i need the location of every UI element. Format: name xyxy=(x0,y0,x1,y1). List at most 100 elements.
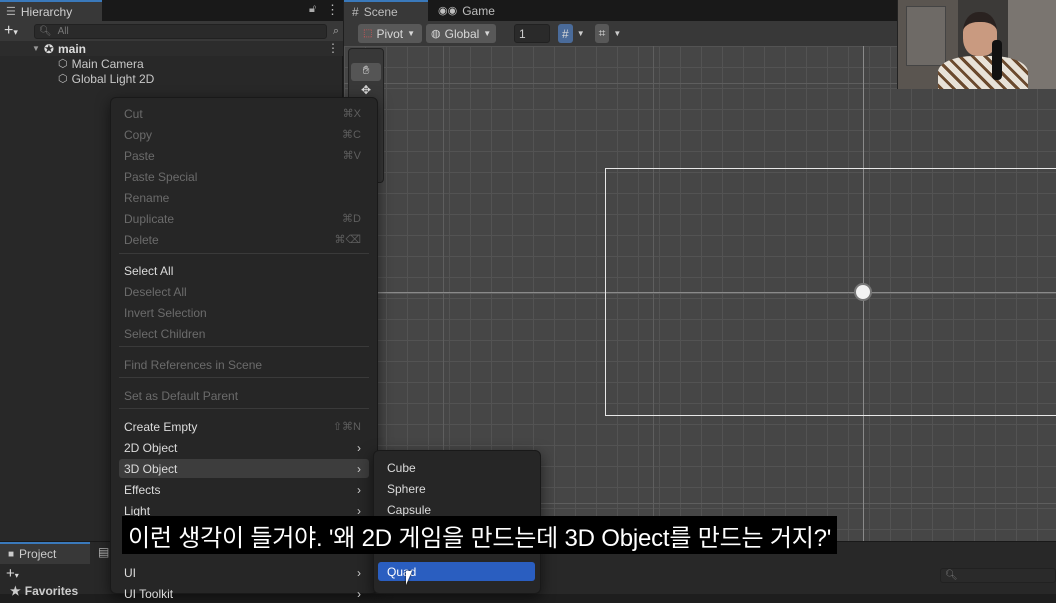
favorites-label: Favorites xyxy=(24,584,79,598)
folder-icon: ■ xyxy=(8,548,15,560)
menu-item-create-empty[interactable]: Create Empty ⇧⌘N xyxy=(119,417,369,436)
submenu-item-label: Cube xyxy=(387,460,416,475)
menu-item-delete: Delete ⌘⌫ xyxy=(119,230,369,249)
snap-icon: ⌗ xyxy=(598,26,606,40)
project-search[interactable]: 🔍︎ xyxy=(940,568,1056,583)
global-dropdown[interactable]: ◍ Global ▼ xyxy=(426,24,496,43)
hierarchy-item-main-camera[interactable]: ⬡ Main Camera xyxy=(58,56,144,71)
hierarchy-item-global-light[interactable]: ⬡ Global Light 2D xyxy=(58,71,154,86)
menu-item-shortcut: ⌘C xyxy=(342,129,361,141)
menu-item-label: Delete xyxy=(124,232,159,247)
submenu-item-label: Capsule xyxy=(387,502,432,517)
menu-item-shortcut: ⌘V xyxy=(342,150,361,162)
foldout-arrow-icon[interactable]: ▼ xyxy=(32,44,40,53)
star-icon: ★ xyxy=(10,584,21,598)
menu-item-cut: Cut ⌘X xyxy=(119,104,369,123)
menu-item-label: Invert Selection xyxy=(124,305,207,320)
chevron-right-icon: › xyxy=(357,482,361,497)
menu-item-label: Effects xyxy=(124,482,161,497)
menu-item-2d-object[interactable]: 2D Object › xyxy=(119,438,369,457)
webcam-overlay xyxy=(897,0,1056,89)
pivot-icon: ⬚ xyxy=(363,28,373,39)
submenu-item-sphere[interactable]: Sphere xyxy=(378,479,535,498)
list-icon: ☰ xyxy=(6,6,16,18)
hash-icon: # xyxy=(352,4,359,19)
pivot-label: Pivot xyxy=(376,26,404,41)
menu-item-label: Cut xyxy=(124,106,143,121)
menu-item-shortcut: ⇧⌘N xyxy=(332,421,361,433)
scene-search-icon[interactable]: ⌕ xyxy=(333,25,339,38)
console-tab-icon[interactable]: ▤ xyxy=(98,545,109,559)
hierarchy-search[interactable]: 🔍︎ All xyxy=(33,23,327,39)
menu-item-label: 2D Object xyxy=(124,440,178,455)
menu-item-effects[interactable]: Effects › xyxy=(119,480,369,499)
chevron-down-icon[interactable]: ▼ xyxy=(577,29,585,38)
grid-icon: # xyxy=(562,26,569,41)
microphone-icon xyxy=(992,40,1002,80)
scene-name: main xyxy=(57,41,86,56)
chevron-down-icon[interactable]: ▼ xyxy=(613,29,621,38)
video-subtitle: 이런 생각이 들거야. '왜 2D 게임을 만드는데 3D Object를 만드… xyxy=(122,516,838,554)
menu-item-label: Deselect All xyxy=(124,284,187,299)
submenu-item-quad[interactable]: Quad xyxy=(378,562,535,581)
hierarchy-tab-label: Hierarchy xyxy=(20,4,73,19)
menu-item-ui[interactable]: UI › xyxy=(119,563,369,582)
chevron-right-icon: › xyxy=(357,565,361,580)
menu-separator xyxy=(119,346,369,347)
tab-hierarchy[interactable]: ☰ Hierarchy xyxy=(0,0,102,21)
add-button[interactable]: +▾ xyxy=(4,22,18,40)
tab-project[interactable]: ■ Project xyxy=(0,542,90,564)
menu-item-select-all[interactable]: Select All xyxy=(119,261,369,280)
project-tab-label: Project xyxy=(19,547,57,561)
tab-game[interactable]: ◉◉ Game xyxy=(430,0,503,21)
gamepad-icon: ◉◉ xyxy=(438,5,458,17)
favorites-row[interactable]: ★ Favorites xyxy=(10,584,78,598)
pivot-dropdown[interactable]: ⬚ Pivot ▼ xyxy=(358,24,422,43)
person-body xyxy=(938,56,1028,89)
grid-toggle-button[interactable]: # xyxy=(558,24,573,43)
hierarchy-toolbar: +▾ 🔍︎ All ⌕ xyxy=(0,21,343,41)
menu-item-copy: Copy ⌘C xyxy=(119,125,369,144)
menu-item-label: 3D Object xyxy=(124,461,178,476)
menu-item-select-children: Select Children xyxy=(119,324,369,343)
menu-item-deselect-all: Deselect All xyxy=(119,282,369,301)
menu-item-label: Paste Special xyxy=(124,169,198,184)
hand-tool-icon[interactable]: ✋︎ xyxy=(351,63,381,81)
menu-item-label: Copy xyxy=(124,127,153,142)
chevron-down-icon: ▼ xyxy=(483,29,492,38)
search-icon: 🔍︎ xyxy=(38,25,52,37)
scene-options-icon[interactable]: ⋮ xyxy=(327,41,339,55)
globe-icon: ◍ xyxy=(431,28,441,40)
menu-item-label: Paste xyxy=(124,148,155,163)
menu-item-label: Find References in Scene xyxy=(124,357,263,372)
menu-item-3d-object[interactable]: 3D Object › xyxy=(119,459,369,478)
menu-item-paste: Paste ⌘V xyxy=(119,146,369,165)
game-tab-label: Game xyxy=(462,3,495,18)
menu-item-label: Select All xyxy=(124,263,174,278)
menu-item-shortcut: ⌘X xyxy=(342,108,361,120)
scene-tab-label: Scene xyxy=(363,4,398,19)
light-gizmo-icon[interactable] xyxy=(854,283,872,301)
snap-toggle-button[interactable]: ⌗ xyxy=(594,24,610,43)
tab-scene[interactable]: # Scene xyxy=(344,0,428,21)
menu-item-rename: Rename xyxy=(119,188,369,207)
hierarchy-item-label: Global Light 2D xyxy=(71,71,155,86)
chevron-right-icon: › xyxy=(357,440,361,455)
menu-item-label: Select Children xyxy=(124,326,206,341)
menu-item-find-references-in-scene: Find References in Scene xyxy=(119,355,369,374)
add-asset-button[interactable]: +▾ xyxy=(6,565,19,582)
scene-row-main[interactable]: ▼ ✪ main xyxy=(32,41,86,56)
hierarchy-search-input[interactable]: All xyxy=(58,26,69,37)
global-label: Global xyxy=(444,26,480,41)
menu-item-label: Create Empty xyxy=(124,419,198,434)
grid-snap-input[interactable]: 1 xyxy=(514,24,550,43)
camera-frame xyxy=(605,168,1056,416)
hierarchy-options-icon[interactable]: ⋮ xyxy=(326,2,339,18)
menu-separator xyxy=(119,253,369,254)
menu-item-set-as-default-parent: Set as Default Parent xyxy=(119,386,369,405)
submenu-item-cube[interactable]: Cube xyxy=(378,458,535,477)
submenu-item-label: Sphere xyxy=(387,481,426,496)
chevron-right-icon: › xyxy=(357,461,361,476)
menu-item-label: Rename xyxy=(124,190,170,205)
lock-icon[interactable]: 🔓︎ xyxy=(309,3,316,16)
